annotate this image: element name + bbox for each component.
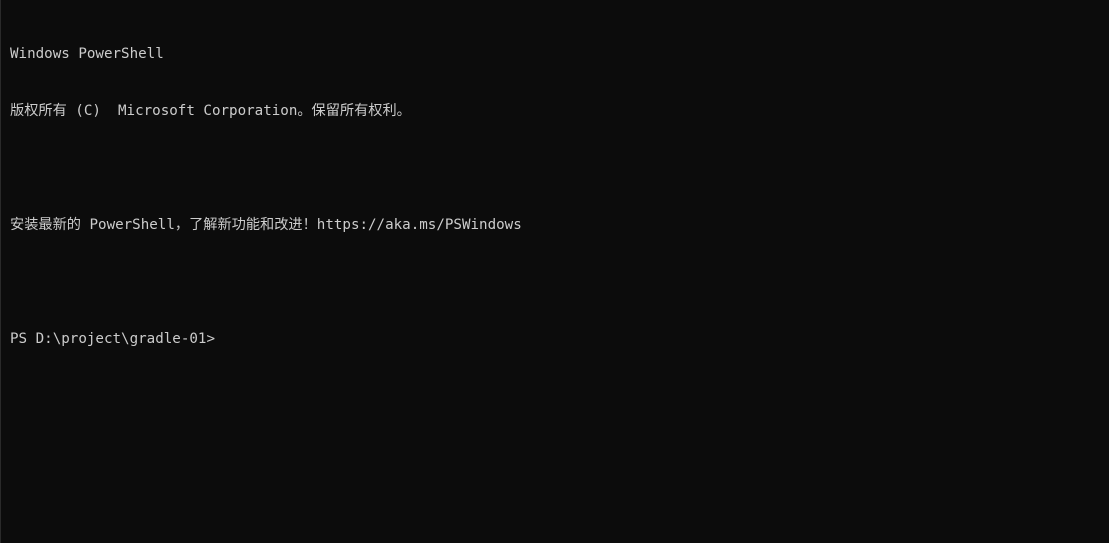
terminal-line-copyright: 版权所有 (C) Microsoft Corporation。保留所有权利。 (10, 103, 411, 119)
terminal-output: Windows PowerShell 版权所有 (C) Microsoft Co… (10, 7, 1109, 387)
terminal-window[interactable]: Windows PowerShell 版权所有 (C) Microsoft Co… (0, 0, 1109, 543)
terminal-line-update-notice: 安装最新的 PowerShell，了解新功能和改进！https://aka.ms… (10, 217, 522, 233)
command-prompt-line[interactable]: PS D:\project\gradle-01> (10, 330, 1109, 349)
command-prompt: PS D:\project\gradle-01> (10, 331, 215, 347)
terminal-line-title: Windows PowerShell (10, 46, 164, 62)
